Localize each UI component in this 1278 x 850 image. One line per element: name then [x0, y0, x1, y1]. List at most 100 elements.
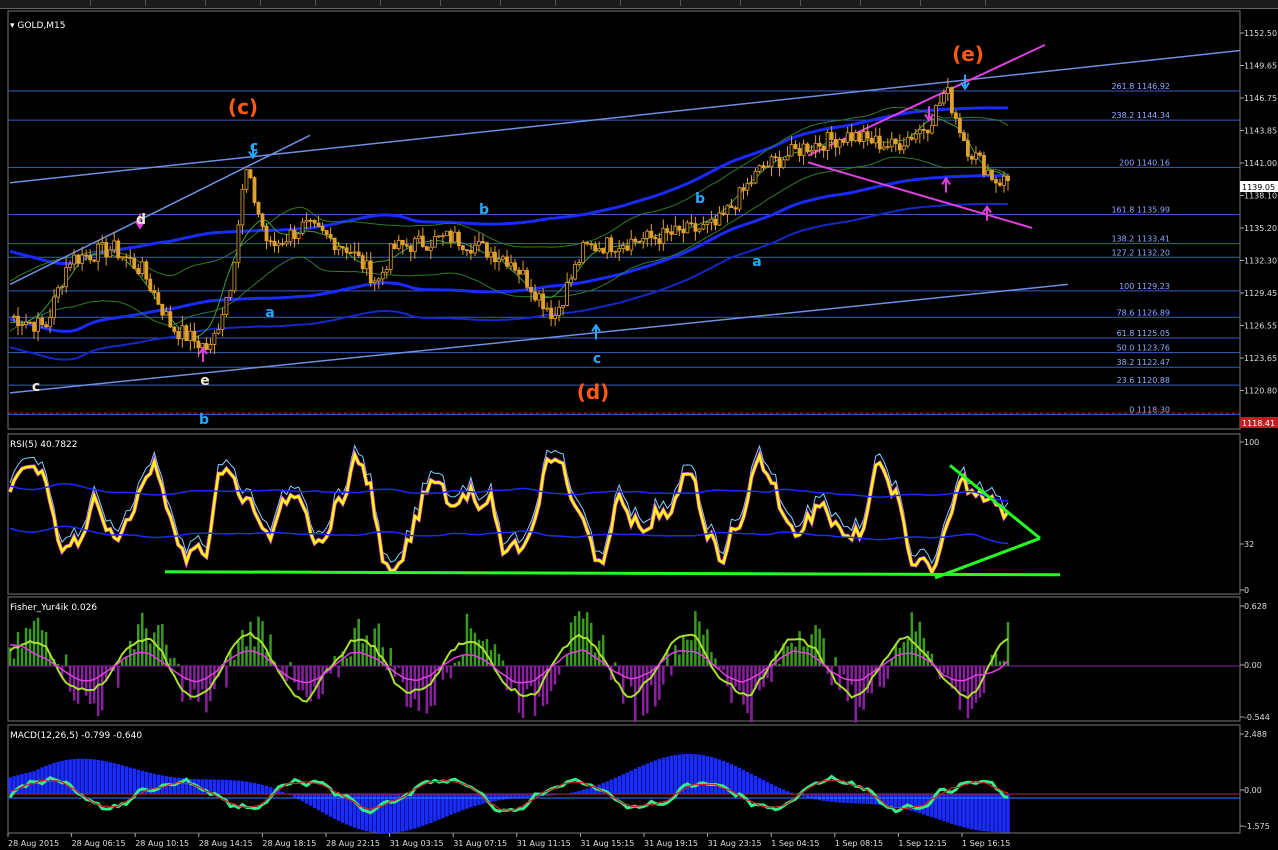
candle-body: [236, 224, 241, 263]
axis-label: 1132.30: [1244, 257, 1277, 266]
wave-label: c: [250, 139, 258, 155]
candle-body: [216, 329, 221, 334]
axis-label: 0: [1244, 586, 1249, 595]
ma-lower-blue-band: [9, 173, 1008, 333]
candle-body: [264, 225, 269, 242]
rsi-support-line: [164, 570, 1061, 577]
wave-label: b: [199, 412, 209, 428]
candle-body: [757, 165, 762, 172]
time-label: 28 Aug 10:15: [135, 839, 189, 848]
candle-body: [509, 262, 513, 267]
candle-body: [497, 258, 501, 263]
rsi-wedge-upper-line: [949, 464, 1041, 540]
time-label: 28 Aug 14:15: [199, 839, 253, 848]
panel-frame-rsi: [7, 433, 1241, 595]
candle-body: [272, 240, 277, 247]
candle-body: [677, 225, 682, 230]
candle-body: [132, 257, 137, 269]
wave-label: c: [32, 379, 40, 395]
candle-body: [777, 157, 782, 169]
candle-body: [485, 242, 489, 258]
candle-body: [958, 118, 962, 134]
candle-body: [208, 344, 213, 350]
candle-body: [994, 179, 998, 184]
candle-body: [765, 166, 770, 169]
axis-label: 1146.75: [1244, 94, 1277, 103]
candle-body: [577, 262, 582, 265]
candle-body: [469, 249, 473, 254]
candle-body: [60, 286, 65, 289]
candle-body: [44, 324, 48, 328]
axis-label: 1135.20: [1244, 224, 1277, 233]
candle-body: [929, 125, 934, 134]
symbol-label[interactable]: ▾ GOLD,M15: [10, 21, 66, 31]
candle-body: [753, 170, 758, 184]
candle-body: [941, 93, 946, 104]
chart-canvas[interactable]: 261.8 1146.92 238.2 1144.34 200 1140.16 161…: [0, 9, 1278, 850]
candle-body: [986, 169, 990, 176]
candle-body: [368, 260, 373, 284]
wave-label: a: [265, 305, 274, 321]
wave-label: a: [752, 254, 761, 270]
candle-body: [901, 145, 906, 151]
time-label: 28 Aug 18:15: [262, 839, 316, 848]
candle-body: [284, 241, 289, 245]
candle-body: [905, 137, 910, 147]
candle-body: [974, 152, 978, 160]
candle-body: [324, 230, 329, 235]
candle-body: [917, 128, 922, 135]
candle-body: [869, 137, 874, 144]
axis-label: 0.628: [1244, 602, 1267, 611]
candle-body: [761, 165, 766, 169]
fibo-level-label: 50.0 1123.76: [1117, 344, 1170, 353]
candle-body: [220, 314, 225, 330]
candle-body: [192, 330, 197, 342]
chart-window[interactable]: 261.8 1146.92 238.2 1144.34 200 1140.16 161…: [0, 8, 1278, 850]
candle-body: [248, 169, 253, 179]
candle-body: [104, 242, 109, 258]
candle-body: [641, 238, 646, 243]
candle-body: [881, 146, 886, 150]
panel-frames: [7, 10, 1241, 834]
candle-body: [693, 223, 698, 232]
candle-body: [228, 290, 233, 298]
candle-body: [144, 261, 149, 280]
axis-label: 1126.55: [1244, 322, 1277, 331]
candle-body: [184, 325, 189, 341]
candle-body: [400, 239, 405, 246]
candle-body: [12, 315, 16, 318]
axis-label: 1123.65: [1244, 354, 1277, 363]
candle-body: [180, 325, 185, 340]
wave-label: c: [593, 351, 601, 367]
axis-label: 1149.65: [1244, 62, 1277, 71]
candle-body: [116, 240, 121, 259]
candle-body: [465, 249, 469, 252]
candle-body: [80, 254, 85, 264]
candle-body: [489, 251, 493, 258]
fibo-level-label: 200 1140.16: [1119, 158, 1170, 167]
candle-body: [653, 237, 658, 240]
candle-body: [108, 249, 113, 258]
candle-body: [56, 287, 60, 298]
candle-body: [316, 222, 321, 227]
candle-body: [581, 242, 586, 263]
candle-body: [152, 290, 157, 294]
candle-body: [1002, 175, 1006, 186]
candle-body: [372, 280, 377, 284]
candle-body: [204, 343, 209, 350]
dropdown-arrow-icon[interactable]: ▾: [10, 21, 15, 31]
candle-body: [769, 156, 774, 168]
axis-label: 0.00: [1244, 661, 1262, 670]
candle-body: [364, 260, 369, 270]
candle-body: [312, 219, 317, 224]
candle-body: [529, 286, 533, 293]
candle-body: [541, 293, 545, 310]
candle-body: [128, 257, 133, 259]
fisher-title: Fisher_Yur4ik 0.026: [10, 603, 98, 613]
candle-body: [176, 331, 181, 340]
candle-body: [597, 248, 602, 252]
candle-body: [945, 87, 950, 94]
candle-body: [689, 222, 694, 225]
candle-body: [473, 244, 477, 254]
candle-body: [681, 229, 686, 234]
